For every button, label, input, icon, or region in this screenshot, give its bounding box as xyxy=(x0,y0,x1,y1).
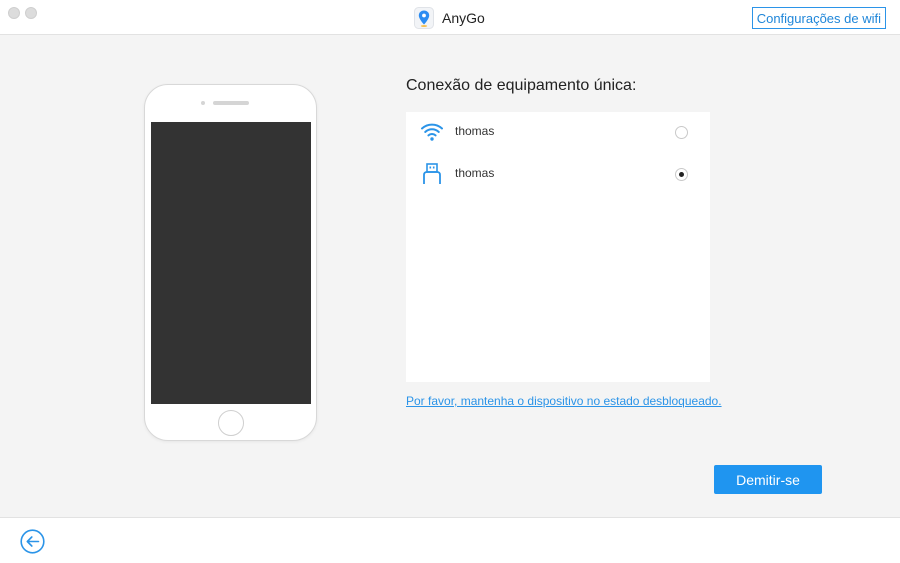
wifi-icon xyxy=(421,123,443,141)
phone-camera xyxy=(201,101,205,105)
window-minimize-button[interactable] xyxy=(25,7,37,19)
wifi-settings-button[interactable]: Configurações de wifi xyxy=(751,7,886,29)
device-radio-wifi[interactable] xyxy=(675,126,688,139)
page-heading: Conexão de equipamento única: xyxy=(406,77,637,94)
device-radio-usb[interactable] xyxy=(675,168,688,181)
location-pin-icon xyxy=(414,7,434,29)
back-button[interactable] xyxy=(20,529,45,554)
window-close-button[interactable] xyxy=(8,7,20,19)
app-title: AnyGo xyxy=(414,6,485,30)
arrow-left-circle-icon xyxy=(20,529,45,554)
phone-home-button xyxy=(218,410,244,436)
phone-speaker xyxy=(213,101,249,105)
device-item-wifi[interactable]: thomas xyxy=(406,114,710,150)
device-name: thomas xyxy=(455,166,495,180)
device-item-usb[interactable]: thomas xyxy=(406,156,710,192)
unlock-hint-link[interactable]: Por favor, mantenha o dispositivo no est… xyxy=(406,394,722,408)
usb-icon xyxy=(423,163,441,184)
phone-illustration xyxy=(144,84,317,441)
device-list: thomas thomas xyxy=(406,112,710,382)
device-name: thomas xyxy=(455,124,495,138)
app-name: AnyGo xyxy=(442,10,485,26)
title-bar: AnyGo Configurações de wifi xyxy=(0,0,900,35)
bottom-bar xyxy=(0,517,900,563)
phone-screen xyxy=(151,122,311,404)
dismiss-button[interactable]: Demitir-se xyxy=(714,465,822,494)
